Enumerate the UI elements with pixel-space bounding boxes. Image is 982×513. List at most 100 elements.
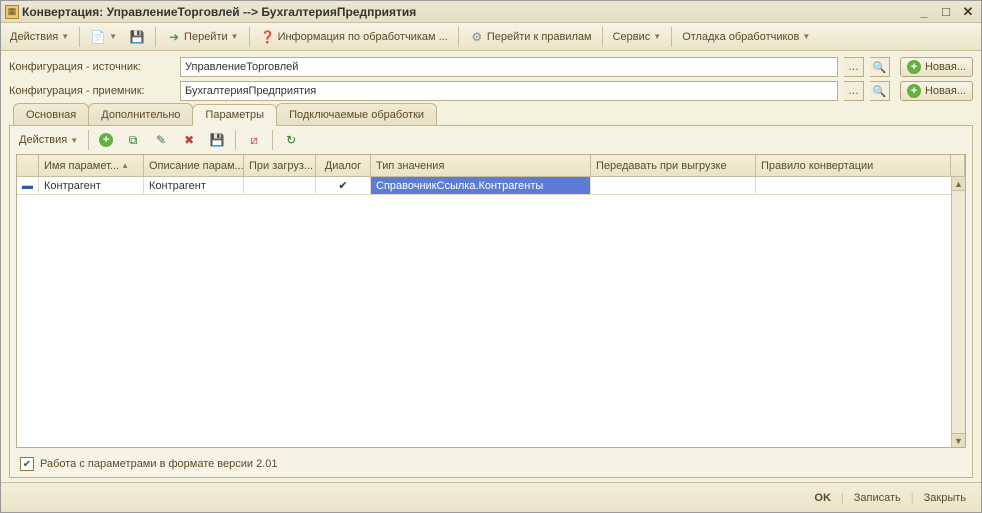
refresh-icon: ↻	[283, 132, 299, 148]
tab-plugins[interactable]: Подключаемые обработки	[276, 103, 437, 125]
separator	[79, 27, 80, 47]
cell-rule[interactable]	[756, 177, 965, 195]
version-checkbox-row: ✔ Работа с параметрами в формате версии …	[10, 452, 972, 477]
info-label: Информация по обработчикам ...	[278, 31, 448, 43]
chevron-down-icon: ▼	[653, 32, 661, 41]
separator	[602, 27, 603, 47]
document-arrow-icon: 📄	[90, 29, 106, 45]
cell-dialog[interactable]: ✔	[316, 177, 371, 195]
debug-label: Отладка обработчиков	[682, 31, 799, 43]
grid-col-type[interactable]: Тип значения	[371, 155, 591, 176]
version-checkbox-label: Работа с параметрами в формате версии 2.…	[40, 458, 278, 470]
delete-icon: ✖	[181, 132, 197, 148]
close-button[interactable]: Закрыть	[919, 490, 971, 506]
cell-name[interactable]: Контрагент	[39, 177, 144, 195]
app-icon: ▦	[5, 5, 19, 19]
dest-label: Конфигурация - приемник:	[9, 85, 174, 97]
separator	[272, 130, 273, 150]
col-label: Имя парамет...	[44, 160, 119, 172]
source-new-button[interactable]: +Новая...	[900, 57, 973, 77]
tab-panel: Действия▼ + ⧉ ✎ ✖ 💾 ⧄ ↻ Имя парамет...▲ …	[9, 125, 973, 478]
main-toolbar: Действия▼ 📄▼ 💾 ➜Перейти▼ ❓Информация по …	[1, 23, 981, 51]
col-label: Тип значения	[376, 160, 444, 172]
separator: |	[911, 492, 914, 504]
separator	[249, 27, 250, 47]
chevron-down-icon: ▼	[109, 32, 117, 41]
grid-save-button[interactable]: 💾	[204, 129, 230, 151]
cell-type[interactable]: СправочникСсылка.Контрагенты	[371, 177, 591, 195]
separator	[235, 130, 236, 150]
filter-off-icon: ⧄	[246, 132, 262, 148]
actions-menu[interactable]: Действия▼	[5, 26, 74, 48]
grid-col-indicator[interactable]	[17, 155, 39, 176]
col-label: Правило конвертации	[761, 160, 873, 172]
grid-toolbar: Действия▼ + ⧉ ✎ ✖ 💾 ⧄ ↻	[10, 126, 972, 154]
grid-col-transfer[interactable]: Передавать при выгрузке	[591, 155, 756, 176]
source-input[interactable]: УправлениеТорговлей	[180, 57, 838, 77]
go-menu[interactable]: ➜Перейти▼	[161, 26, 244, 48]
grid-col-name[interactable]: Имя парамет...▲	[39, 155, 144, 176]
close-button[interactable]: ✕	[959, 4, 977, 20]
debug-menu[interactable]: Отладка обработчиков▼	[677, 26, 815, 48]
col-label: При загруз...	[249, 160, 313, 172]
tab-label: Подключаемые обработки	[289, 109, 424, 121]
grid-actions-menu[interactable]: Действия▼	[14, 129, 83, 151]
version-checkbox[interactable]: ✔	[20, 457, 34, 471]
separator	[88, 130, 89, 150]
open-button[interactable]: 📄▼	[85, 26, 122, 48]
dest-new-button[interactable]: +Новая...	[900, 81, 973, 101]
info-button[interactable]: ❓Информация по обработчикам ...	[255, 26, 453, 48]
grid-col-desc[interactable]: Описание парам...	[144, 155, 244, 176]
params-grid: Имя парамет...▲ Описание парам... При за…	[16, 154, 966, 448]
tab-params[interactable]: Параметры	[192, 104, 277, 126]
rules-button[interactable]: ⚙Перейти к правилам	[464, 26, 597, 48]
service-menu[interactable]: Сервис▼	[608, 26, 667, 48]
dest-select-button[interactable]: …	[844, 81, 864, 101]
scroll-up-icon[interactable]: ▲	[952, 177, 965, 191]
source-lookup-button[interactable]: 🔍	[870, 57, 890, 77]
edit-icon: ✎	[153, 132, 169, 148]
ok-button[interactable]: OK	[809, 490, 836, 506]
tabs: Основная Дополнительно Параметры Подключ…	[1, 101, 981, 125]
chevron-down-icon: ▼	[61, 32, 69, 41]
search-icon: 🔍	[871, 59, 887, 75]
grid-copy-button[interactable]: ⧉	[120, 129, 146, 151]
grid-delete-button[interactable]: ✖	[176, 129, 202, 151]
titlebar: ▦ Конвертация: УправлениеТорговлей --> Б…	[1, 1, 981, 23]
scroll-down-icon[interactable]: ▼	[952, 433, 965, 447]
separator	[671, 27, 672, 47]
chevron-down-icon: ▼	[802, 32, 810, 41]
grid-actions-label: Действия	[19, 134, 67, 146]
grid-filter-button[interactable]: ⧄	[241, 129, 267, 151]
separator	[155, 27, 156, 47]
grid-add-button[interactable]: +	[94, 129, 118, 151]
maximize-button[interactable]: □	[937, 4, 955, 20]
source-value: УправлениеТорговлей	[185, 61, 298, 73]
tab-main[interactable]: Основная	[13, 103, 89, 125]
gear-icon: ⚙	[469, 29, 485, 45]
cell-desc[interactable]: Контрагент	[144, 177, 244, 195]
save-button[interactable]: 💾	[124, 26, 150, 48]
form-area: Конфигурация - источник: УправлениеТорго…	[1, 51, 981, 101]
grid-scrollbar[interactable]: ▲ ▼	[951, 177, 965, 447]
new-label: Новая...	[925, 61, 966, 73]
grid-col-dialog[interactable]: Диалог	[316, 155, 371, 176]
cell-transfer[interactable]	[591, 177, 756, 195]
plus-icon: +	[99, 133, 113, 147]
grid-col-rule[interactable]: Правило конвертации	[756, 155, 951, 176]
tab-extra[interactable]: Дополнительно	[88, 103, 193, 125]
dest-input[interactable]: БухгалтерияПредприятия	[180, 81, 838, 101]
grid-col-onload[interactable]: При загруз...	[244, 155, 316, 176]
dest-row: Конфигурация - приемник: БухгалтерияПред…	[9, 81, 973, 101]
grid-edit-button[interactable]: ✎	[148, 129, 174, 151]
source-select-button[interactable]: …	[844, 57, 864, 77]
rules-label: Перейти к правилам	[487, 31, 592, 43]
dest-lookup-button[interactable]: 🔍	[870, 81, 890, 101]
minimize-button[interactable]: _	[915, 4, 933, 20]
cell-onload[interactable]	[244, 177, 316, 195]
go-arrow-icon: ➜	[166, 29, 182, 45]
table-row[interactable]: ▬ Контрагент Контрагент ✔ СправочникСсыл…	[17, 177, 965, 195]
save-button[interactable]: Записать	[849, 490, 906, 506]
grid-body: ▬ Контрагент Контрагент ✔ СправочникСсыл…	[17, 177, 965, 447]
grid-refresh-button[interactable]: ↻	[278, 129, 304, 151]
